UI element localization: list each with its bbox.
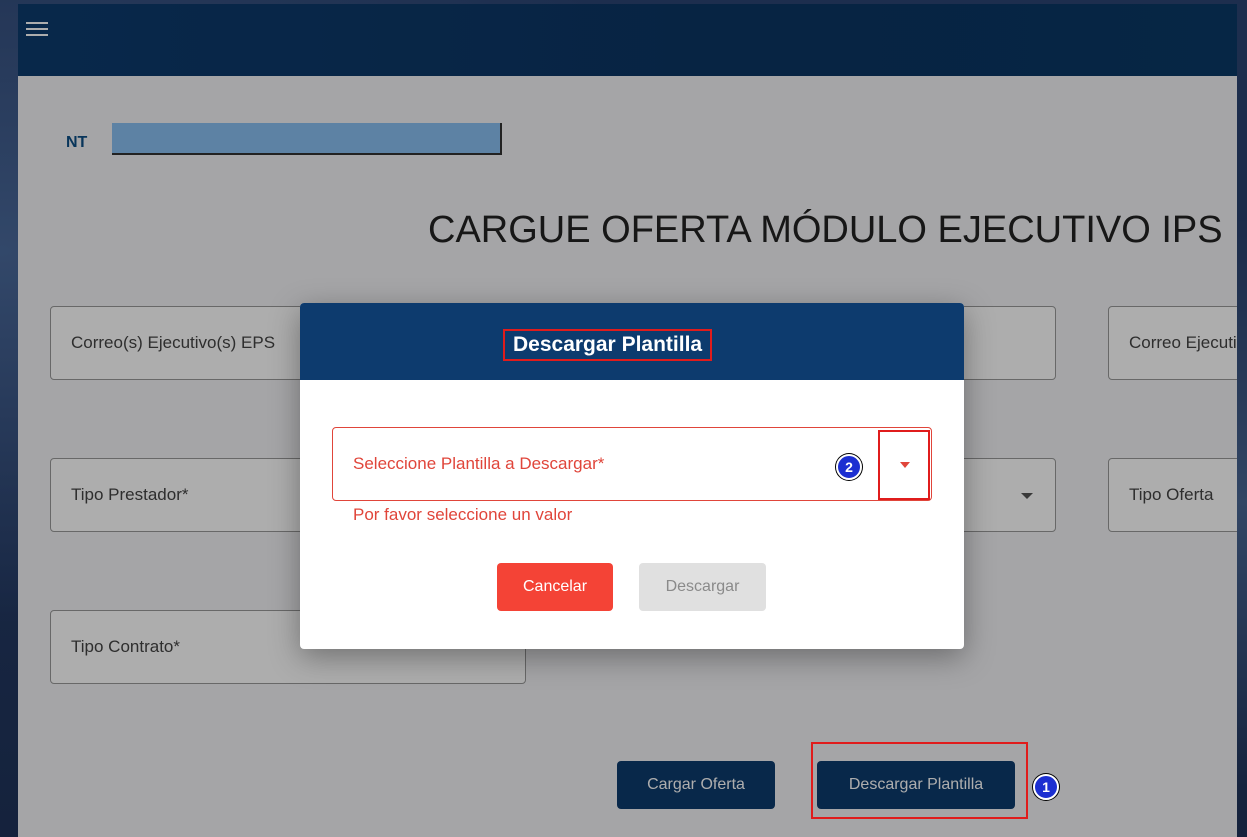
cancel-button[interactable]: Cancelar bbox=[497, 563, 613, 611]
plantilla-dropdown-toggle[interactable] bbox=[878, 430, 930, 500]
descargar-plantilla-dialog: Descargar Plantilla Seleccione Plantilla… bbox=[300, 303, 964, 649]
download-button: Descargar bbox=[639, 563, 766, 611]
select-error-message: Por favor seleccione un valor bbox=[353, 505, 573, 524]
dialog-header: Descargar Plantilla bbox=[300, 303, 964, 380]
step-marker-2: 2 bbox=[836, 454, 862, 480]
step-marker-1: 1 bbox=[1033, 774, 1059, 800]
plantilla-select-placeholder: Seleccione Plantilla a Descargar* bbox=[353, 454, 605, 473]
highlight-descargar-plantilla bbox=[811, 742, 1028, 819]
dialog-title: Descargar Plantilla bbox=[502, 329, 713, 361]
chevron-down-icon bbox=[900, 462, 910, 468]
